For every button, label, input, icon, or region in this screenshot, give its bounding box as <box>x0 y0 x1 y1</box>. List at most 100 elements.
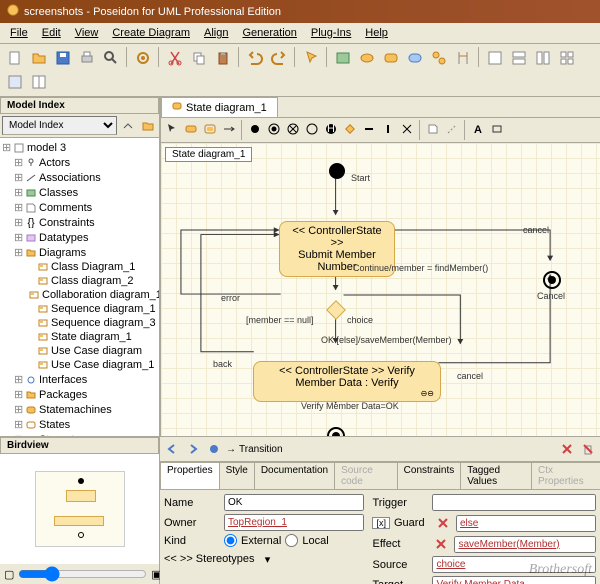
tab-ctxproperties[interactable]: Ctx Properties <box>531 462 600 489</box>
state-tool[interactable] <box>182 120 200 138</box>
trigger-field[interactable] <box>432 494 596 511</box>
tree-node[interactable]: ⊞Datatypes <box>2 230 157 245</box>
pointer-tool[interactable] <box>163 120 181 138</box>
birdview-canvas[interactable] <box>0 454 159 564</box>
model-index-selector[interactable]: Model Index <box>2 116 117 135</box>
tab-constraints[interactable]: Constraints <box>397 462 462 489</box>
print-button[interactable] <box>76 47 98 69</box>
copy-button[interactable] <box>188 47 210 69</box>
tree-node[interactable]: ⊞Statemachines <box>2 402 157 417</box>
tree-node[interactable]: Class diagram_2 <box>2 274 157 288</box>
owner-field[interactable] <box>224 514 364 531</box>
note-tool[interactable] <box>424 120 442 138</box>
deep-history-tool[interactable]: H <box>322 120 340 138</box>
final-tool[interactable] <box>265 120 283 138</box>
zoom-slider[interactable] <box>18 566 147 582</box>
tree-node[interactable]: ⊞{}Constraints <box>2 215 157 230</box>
tree-folder-button[interactable] <box>139 117 157 135</box>
cut-button[interactable] <box>164 47 186 69</box>
diagram-canvas[interactable]: State diagram_1 Start << Controll <box>161 143 600 436</box>
open-button[interactable] <box>28 47 50 69</box>
tree-node[interactable]: ⊞Comments <box>2 200 157 215</box>
menu-align[interactable]: Align <box>198 25 234 41</box>
collab-diag-button[interactable] <box>428 47 450 69</box>
tab-properties[interactable]: Properties <box>160 462 220 489</box>
menu-create-diagram[interactable]: Create Diagram <box>106 25 196 41</box>
nav-back-button[interactable] <box>163 440 181 458</box>
tree-node[interactable]: State diagram_1 <box>2 330 157 344</box>
tree-node[interactable]: Collaboration diagram_1 <box>2 288 157 302</box>
seq-diag-button[interactable] <box>452 47 474 69</box>
state-diag-button[interactable] <box>380 47 402 69</box>
tree-node[interactable]: ⊞Interfaces <box>2 372 157 387</box>
kind-local-radio[interactable] <box>285 534 298 547</box>
tree-up-button[interactable] <box>119 117 137 135</box>
view4-button[interactable] <box>556 47 578 69</box>
initial-node[interactable] <box>329 163 345 179</box>
text-tool[interactable]: A <box>469 120 487 138</box>
tab-documentation[interactable]: Documentation <box>254 462 335 489</box>
model-tree[interactable]: ⊞model 3⊞Actors⊞Associations⊞Classes⊞Com… <box>0 138 159 436</box>
tree-node[interactable]: ⊞Classes <box>2 185 157 200</box>
menu-view[interactable]: View <box>69 25 105 41</box>
view1-button[interactable] <box>484 47 506 69</box>
usecase-diag-button[interactable] <box>356 47 378 69</box>
tree-node[interactable]: ⊞States <box>2 417 157 432</box>
delete-from-model-button[interactable] <box>579 440 597 458</box>
options-button[interactable] <box>132 47 154 69</box>
state-verify[interactable]: << ControllerState >> Verify Member Data… <box>253 361 441 402</box>
save-button[interactable] <box>52 47 74 69</box>
tree-node[interactable]: ⊞Packages <box>2 387 157 402</box>
undo-button[interactable] <box>244 47 266 69</box>
target-field[interactable] <box>432 576 596 584</box>
nav-home-button[interactable] <box>205 440 223 458</box>
menu-file[interactable]: File <box>4 25 34 41</box>
paste-button[interactable] <box>212 47 234 69</box>
source-field[interactable] <box>432 556 596 573</box>
effect-delete-icon[interactable] <box>432 535 450 553</box>
stereo-add-button[interactable]: ▾ <box>259 550 277 568</box>
view2-button[interactable] <box>508 47 530 69</box>
guard-delete-icon[interactable] <box>434 514 452 532</box>
tree-node[interactable]: Class Diagram_1 <box>2 260 157 274</box>
canvas-tab-state1[interactable]: State diagram_1 <box>161 97 278 117</box>
choice-tool[interactable] <box>341 120 359 138</box>
menu-plugins[interactable]: Plug-Ins <box>305 25 357 41</box>
final-cancel[interactable] <box>543 271 561 289</box>
guard-field[interactable] <box>456 515 596 532</box>
kind-external-radio[interactable] <box>224 534 237 547</box>
tree-node[interactable]: ⊞Diagrams <box>2 245 157 260</box>
view5-button[interactable] <box>4 71 26 93</box>
name-field[interactable] <box>224 494 364 511</box>
initial-tool[interactable] <box>246 120 264 138</box>
class-diag-button[interactable] <box>332 47 354 69</box>
new-button[interactable] <box>4 47 26 69</box>
redo-button[interactable] <box>268 47 290 69</box>
tab-style[interactable]: Style <box>219 462 255 489</box>
tree-node[interactable]: Use Case diagram_1 <box>2 358 157 372</box>
pointer-button[interactable] <box>300 47 322 69</box>
join-tool[interactable] <box>379 120 397 138</box>
note-link-tool[interactable] <box>443 120 461 138</box>
tree-node[interactable]: ⊞Associations <box>2 170 157 185</box>
junction-tool[interactable] <box>398 120 416 138</box>
terminate-tool[interactable] <box>284 120 302 138</box>
tree-node[interactable]: Sequence diagram_1 <box>2 302 157 316</box>
tab-sourcecode[interactable]: Source code <box>334 462 398 489</box>
fork-tool[interactable] <box>360 120 378 138</box>
view3-button[interactable] <box>532 47 554 69</box>
nav-fwd-button[interactable] <box>184 440 202 458</box>
tab-taggedvalues[interactable]: Tagged Values <box>460 462 532 489</box>
entry-tool[interactable] <box>303 120 321 138</box>
tree-node[interactable]: ⊞Actors <box>2 155 157 170</box>
delete-button[interactable] <box>558 440 576 458</box>
menu-help[interactable]: Help <box>359 25 394 41</box>
rect-tool[interactable] <box>488 120 506 138</box>
menu-edit[interactable]: Edit <box>36 25 67 41</box>
tree-node[interactable]: Sequence diagram_3 <box>2 316 157 330</box>
view6-button[interactable] <box>28 71 50 93</box>
find-button[interactable] <box>100 47 122 69</box>
activity-diag-button[interactable] <box>404 47 426 69</box>
menu-generation[interactable]: Generation <box>236 25 302 41</box>
effect-field[interactable] <box>454 536 596 553</box>
